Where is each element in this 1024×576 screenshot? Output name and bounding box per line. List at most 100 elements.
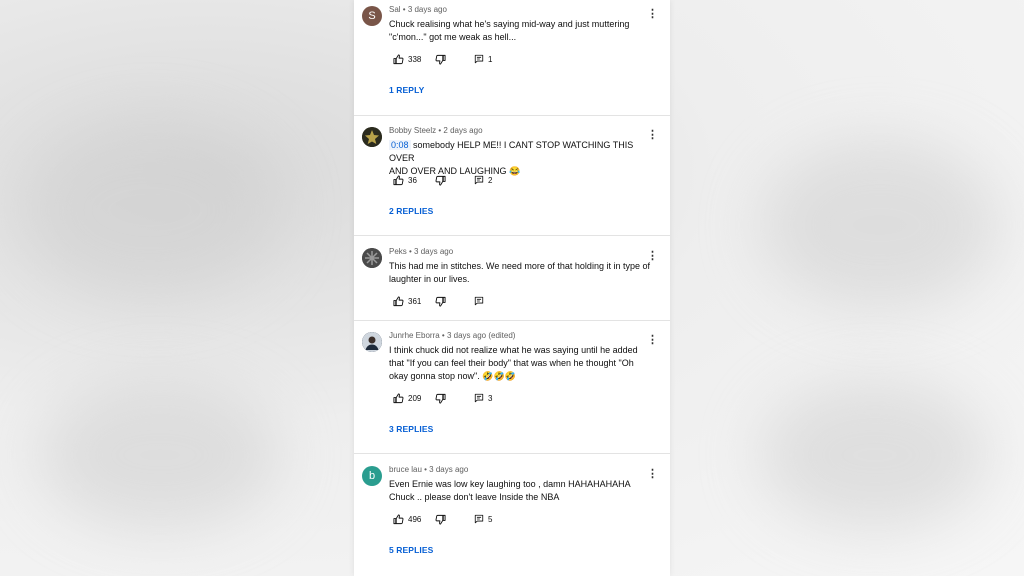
comment-text-line: Chuck realising what he's saying mid-way… [389, 18, 657, 31]
dislike-button[interactable] [431, 296, 446, 307]
dislike-button[interactable] [431, 514, 446, 525]
comment-divider [354, 320, 670, 321]
thumbs-up-icon [393, 296, 404, 307]
comment-author[interactable]: Bobby Steelz [389, 126, 436, 135]
comment-text-line: I think chuck did not realize what he wa… [389, 344, 657, 357]
comment-text: Even Ernie was low key laughing too , da… [389, 478, 657, 504]
like-count: 338 [408, 55, 422, 64]
comment-author[interactable]: Junrhe Eborra [389, 331, 440, 340]
thumbs-up-icon [393, 393, 404, 404]
reply-button[interactable]: 1 [470, 54, 492, 64]
reply-count: 3 [488, 393, 493, 403]
comment-divider [354, 453, 670, 454]
comment-text-span: This had me in stitches. We need more of… [389, 261, 650, 271]
like-count: 209 [408, 394, 422, 403]
avatar-image[interactable] [362, 248, 382, 268]
thumbs-down-icon [435, 175, 446, 186]
comment-time[interactable]: 2 days ago [443, 126, 482, 135]
reply-button[interactable]: 5 [470, 514, 492, 524]
comment-divider [354, 115, 670, 116]
background-blur [760, 380, 990, 530]
comment-text-line: okay gonna stop now". 🤣🤣🤣 [389, 370, 657, 383]
avatar-image[interactable] [362, 127, 382, 147]
comment-text-span: laughter in our lives. [389, 274, 470, 284]
comment-divider [354, 235, 670, 236]
comment-text-line: Chuck .. please don't leave Inside the N… [389, 491, 657, 504]
comment-meta: Peks • 3 days ago [389, 247, 453, 256]
thumbs-down-icon [435, 296, 446, 307]
comment-author[interactable]: Peks [389, 247, 407, 256]
avatar[interactable]: S [362, 6, 382, 26]
like-count: 496 [408, 515, 422, 524]
reply-count: 1 [488, 54, 493, 64]
comment-text-line: This had me in stitches. We need more of… [389, 260, 657, 273]
reply-button[interactable]: 3 [470, 393, 492, 403]
comment-text: Chuck realising what he's saying mid-way… [389, 18, 657, 44]
meta-separator: • [406, 247, 415, 256]
reply-button[interactable]: 2 [470, 175, 492, 185]
comment-text-line: "c'mon..." got me weak as hell... [389, 31, 657, 44]
meta-separator: • [400, 5, 408, 14]
comment-text-span: that "If you can feel their body" that w… [389, 358, 634, 368]
comment-meta: Junrhe Eborra • 3 days ago (edited) [389, 331, 515, 340]
timestamp-link[interactable]: 0:08 [389, 140, 411, 150]
thumbs-down-icon [435, 514, 446, 525]
comment-text-span: Chuck .. please don't leave Inside the N… [389, 492, 560, 502]
comment-author[interactable]: bruce lau [389, 465, 422, 474]
reply-count: 5 [488, 514, 493, 524]
comment-meta: Sal • 3 days ago [389, 5, 447, 14]
thumbs-up-icon [393, 175, 404, 186]
view-replies-link[interactable]: 3 REPLIES [389, 424, 433, 434]
comment-text: I think chuck did not realize what he wa… [389, 344, 657, 383]
dislike-button[interactable] [431, 175, 446, 186]
comment-text-line: Even Ernie was low key laughing too , da… [389, 478, 657, 491]
reply-icon [474, 514, 484, 524]
view-replies-link[interactable]: 1 REPLY [389, 85, 424, 95]
comment-text-span: somebody HELP ME!! I CANT STOP WATCHING … [389, 140, 634, 163]
comment-text-span: Even Ernie was low key laughing too , da… [389, 479, 631, 489]
avatar[interactable]: b [362, 466, 382, 486]
comment-meta: bruce lau • 3 days ago [389, 465, 468, 474]
comment-edited: (edited) [488, 331, 516, 340]
like-button[interactable]: 209 [389, 393, 421, 404]
comment-text-span: okay gonna stop now". 🤣🤣🤣 [389, 371, 516, 381]
comment-text-line: AND OVER AND LAUGHING 😂 [389, 165, 657, 178]
view-replies-link[interactable]: 2 REPLIES [389, 206, 433, 216]
comment-time[interactable]: 3 days ago [429, 465, 468, 474]
comment-text: This had me in stitches. We need more of… [389, 260, 657, 286]
dislike-button[interactable] [431, 54, 446, 65]
background-blur [760, 140, 1000, 310]
like-button[interactable]: 36 [389, 175, 417, 186]
like-button[interactable]: 338 [389, 54, 421, 65]
comment-time[interactable]: 3 days ago [414, 247, 453, 256]
view-replies-link[interactable]: 5 REPLIES [389, 545, 433, 555]
thumbs-down-icon [435, 393, 446, 404]
comment-text: 0:08 somebody HELP ME!! I CANT STOP WATC… [389, 139, 657, 178]
comment-text-span: I think chuck did not realize what he wa… [389, 345, 638, 355]
reply-icon [474, 393, 484, 403]
comment-text-line: 0:08 somebody HELP ME!! I CANT STOP WATC… [389, 139, 657, 165]
comment-text-span: "c'mon..." got me weak as hell... [389, 32, 517, 42]
like-button[interactable]: 361 [389, 296, 421, 307]
background-blur [40, 380, 280, 530]
comments-panel: S Sal • 3 days ago ⋮ Chuck realising what h… [354, 0, 670, 576]
thumbs-up-icon [393, 54, 404, 65]
comment-time[interactable]: 3 days ago [447, 331, 486, 340]
background-blur [20, 120, 280, 300]
like-count: 36 [408, 176, 417, 185]
reply-button[interactable] [470, 296, 484, 306]
comment-meta: Bobby Steelz • 2 days ago [389, 126, 483, 135]
like-button[interactable]: 496 [389, 514, 421, 525]
comment-time[interactable]: 3 days ago [408, 5, 447, 14]
comment-text-span: Chuck realising what he's saying mid-way… [389, 19, 630, 29]
reply-icon [474, 54, 484, 64]
reply-icon [474, 175, 484, 185]
like-count: 361 [408, 297, 422, 306]
meta-separator: • [439, 331, 447, 340]
reply-icon [474, 296, 484, 306]
comment-author[interactable]: Sal [389, 5, 401, 14]
avatar-image[interactable] [362, 332, 382, 352]
comment-text-line: laughter in our lives. [389, 273, 657, 286]
dislike-button[interactable] [431, 393, 446, 404]
comment-text-line: that "If you can feel their body" that w… [389, 357, 657, 370]
